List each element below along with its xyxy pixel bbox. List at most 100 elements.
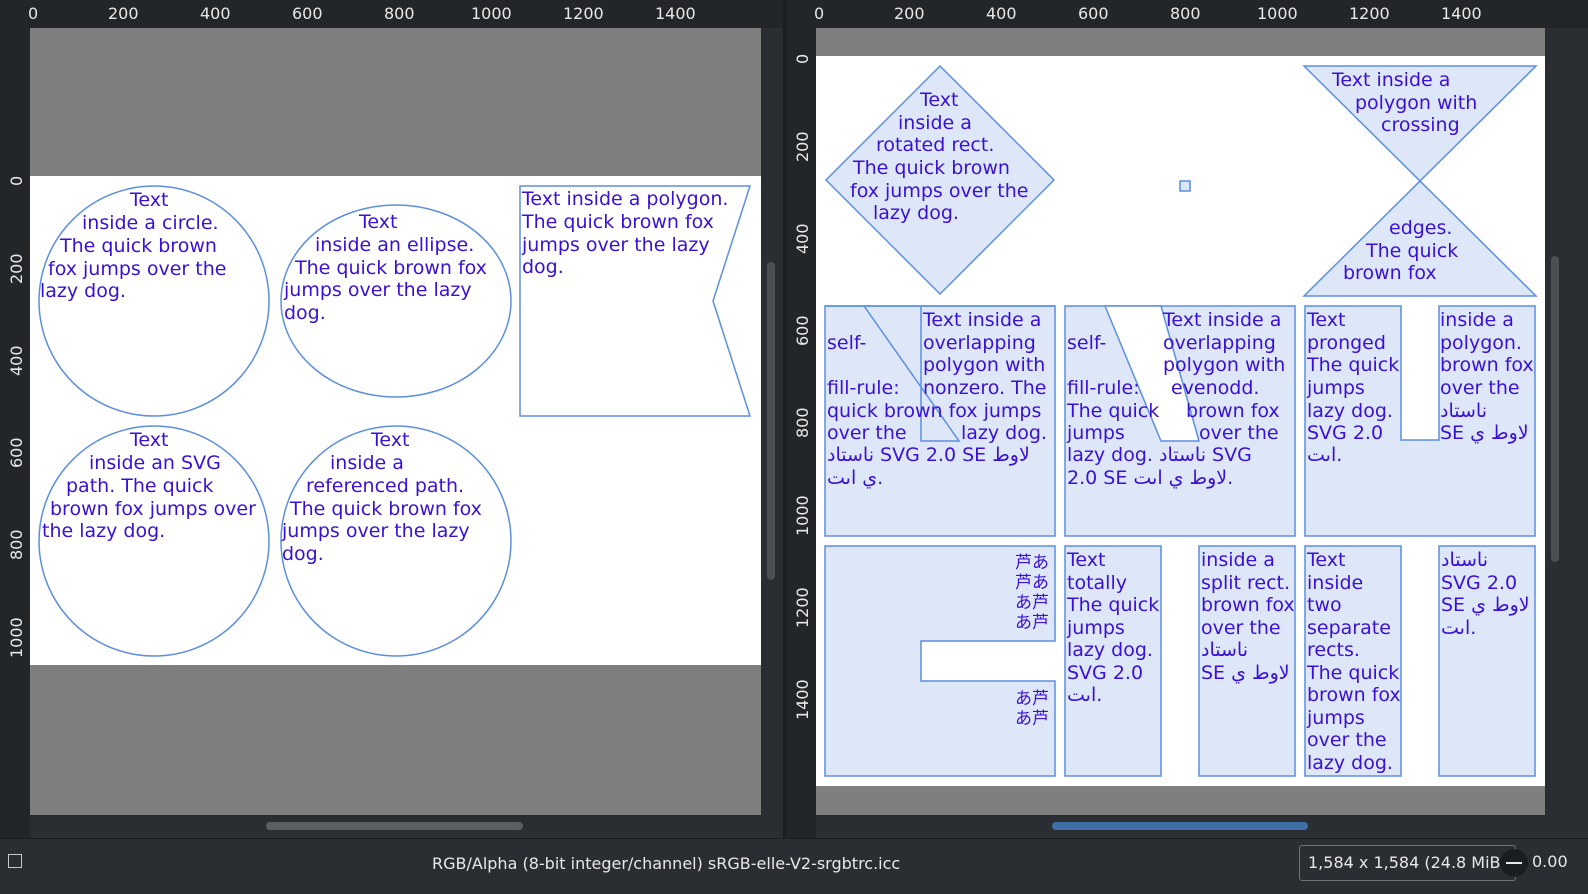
right-shapes: Text inside a rotated rect. The quick br… [824, 64, 1538, 777]
svg-text:separate: separate [1307, 617, 1391, 639]
ellipse-text: Text inside an ellipse. The quick brown … [283, 211, 487, 324]
svg-text:The quick brown fox: The quick brown fox [294, 257, 487, 279]
color-profile-info: RGB/Alpha (8-bit integer/channel) sRGB-e… [432, 854, 901, 873]
svg-text:referenced path.: referenced path. [306, 475, 464, 497]
vertical-ruler[interactable]: 0 200 400 600 800 1000 [0, 28, 30, 838]
ruler-label: 800 [1170, 4, 1201, 23]
svg-text:rotated rect.: rotated rect. [876, 134, 994, 156]
ruler-label: 400 [986, 4, 1017, 23]
svg-text:SVG 2.0: SVG 2.0 [1307, 422, 1383, 444]
ruler-label: 1400 [1441, 4, 1482, 23]
canvas-area[interactable]: Text inside a rotated rect. The quick br… [816, 28, 1545, 815]
svg-text:The quick brown fox: The quick brown fox [289, 498, 482, 520]
svg-text:あ芦: あ芦 [1015, 689, 1049, 709]
vertical-scrollbar[interactable] [767, 262, 775, 580]
svg-text:lazy dog.: lazy dog. [1067, 639, 1153, 661]
svg-text:quick brown fox jumps: quick brown fox jumps [827, 400, 1041, 422]
svg-text:inside an SVG: inside an SVG [89, 452, 221, 474]
ruler-label: 600 [7, 437, 26, 468]
right-canvas-view[interactable]: 0 200 400 600 800 1000 1200 1400 0 200 4… [786, 0, 1588, 838]
ruler-label: 200 [793, 131, 812, 162]
ruler-label: 1400 [793, 679, 812, 720]
svg-text:芦あ: 芦あ [1015, 553, 1049, 573]
svg-text:The quick: The quick [1306, 354, 1399, 376]
polygon-text: Text inside a polygon. The quick brown f… [521, 188, 728, 278]
svg-text:Text: Text [919, 89, 958, 111]
horizontal-scrollbar[interactable] [266, 822, 523, 830]
svg-text:fox jumps over the: fox jumps over the [48, 258, 226, 280]
ruler-corner [786, 0, 816, 28]
svg-text:dog.: dog. [522, 256, 564, 278]
image-size-button[interactable]: 1,584 x 1,584 (24.8 MiB) [1299, 845, 1516, 881]
svg-text:The quick: The quick [1066, 594, 1159, 616]
zoom-control[interactable]: 0.00 [1500, 845, 1568, 879]
svg-text:The quick: The quick [1365, 240, 1458, 262]
svg-text:lazy dog.: lazy dog. [40, 280, 126, 302]
svg-text:ي اىت.: ي اىت. [827, 467, 883, 489]
svg-text:SE لاوط ي: SE لاوط ي [1440, 422, 1529, 444]
document-page: Text inside a rotated rect. The quick br… [816, 56, 1545, 786]
svg-text:brown fox: brown fox [1186, 400, 1280, 422]
vertical-scrollbar[interactable] [1551, 256, 1559, 562]
svg-text:اىت.: اىت. [1441, 617, 1476, 639]
svg-text:SE لاوط ي: SE لاوط ي [1201, 662, 1290, 684]
svg-text:fox jumps over the: fox jumps over the [850, 180, 1028, 202]
canvas-area[interactable]: Text inside a circle. The quick brown fo… [30, 28, 761, 815]
svg-text:edges.: edges. [1389, 217, 1452, 239]
horizontal-ruler[interactable]: 0 200 400 600 800 1000 1200 1400 [814, 0, 1588, 28]
ruler-label: 1000 [1257, 4, 1298, 23]
vertical-ruler[interactable]: 0 200 400 600 800 1000 1200 1400 [786, 28, 816, 838]
svg-text:inside a: inside a [898, 112, 972, 134]
svg-text:Text: Text [1306, 549, 1345, 571]
svg-text:lazy dog.: lazy dog. [1307, 400, 1393, 422]
ruler-label: 1000 [7, 617, 26, 658]
svg-text:brown fox: brown fox [1440, 354, 1534, 376]
ruler-label: 0 [793, 54, 812, 64]
svg-text:over the: over the [1440, 377, 1520, 399]
svg-text:inside a: inside a [330, 452, 404, 474]
ruler-label: 1000 [793, 495, 812, 536]
svg-text:lazy dog. ناستاد SVG: lazy dog. ناستاد SVG [1067, 444, 1252, 466]
svg-text:Text inside a polygon.: Text inside a polygon. [521, 188, 728, 210]
svg-text:fill-rule:: fill-rule: [827, 377, 900, 399]
svg-text:nonzero. The: nonzero. The [923, 377, 1046, 399]
svg-text:overlapping: overlapping [923, 332, 1036, 354]
vertical-ruler-labels: 0 200 400 600 800 1000 [7, 176, 26, 658]
svg-text:Text: Text [1066, 549, 1105, 571]
svg-text:あ芦: あ芦 [1015, 709, 1049, 729]
svg-text:lazy dog.: lazy dog. [961, 422, 1047, 444]
left-canvas-view[interactable]: 0 200 400 600 800 1000 1200 1400 0 200 4… [0, 0, 783, 838]
zoom-slider-icon[interactable] [1500, 848, 1528, 877]
svg-text:brown fox: brown fox [1307, 684, 1401, 706]
svg-path-text: Text inside an SVG path. The quick brown… [42, 429, 256, 542]
horizontal-scrollbar[interactable] [1052, 822, 1308, 830]
svg-text:芦あ: 芦あ [1015, 573, 1049, 593]
svg-text:SE لاوط ي: SE لاوط ي [1441, 594, 1530, 616]
svg-text:jumps over the lazy: jumps over the lazy [283, 279, 472, 301]
split-rect-text: Text totally The quick jumps lazy dog. S… [1066, 549, 1295, 706]
svg-text:over the: over the [827, 422, 907, 444]
svg-text:Text: Text [1306, 309, 1345, 331]
ruler-label: 1200 [793, 587, 812, 628]
ruler-label: 200 [894, 4, 925, 23]
horizontal-ruler[interactable]: 0 200 400 600 800 1000 1200 1400 [28, 0, 783, 28]
svg-text:inside: inside [1307, 572, 1363, 594]
svg-text:evenodd.: evenodd. [1171, 377, 1259, 399]
svg-text:Text inside a: Text inside a [1331, 69, 1450, 91]
svg-text:Text: Text [370, 429, 409, 451]
ruler-label: 800 [7, 529, 26, 560]
ruler-label: 200 [7, 253, 26, 284]
svg-text:split rect.: split rect. [1201, 572, 1290, 594]
ruler-corner [0, 0, 30, 28]
svg-text:dog.: dog. [284, 302, 326, 324]
ruler-label: 400 [793, 223, 812, 254]
svg-text:あ芦: あ芦 [1015, 593, 1049, 613]
svg-text:Text: Text [358, 211, 397, 233]
ruler-label: 0 [7, 176, 26, 186]
ruler-label: 0 [814, 4, 825, 23]
zoom-value: 0.00 [1532, 852, 1568, 871]
svg-text:あ芦: あ芦 [1015, 613, 1049, 633]
selection-icon[interactable] [8, 854, 22, 868]
svg-text:اىت.: اىت. [1307, 444, 1342, 466]
svg-text:inside an ellipse.: inside an ellipse. [315, 234, 474, 256]
